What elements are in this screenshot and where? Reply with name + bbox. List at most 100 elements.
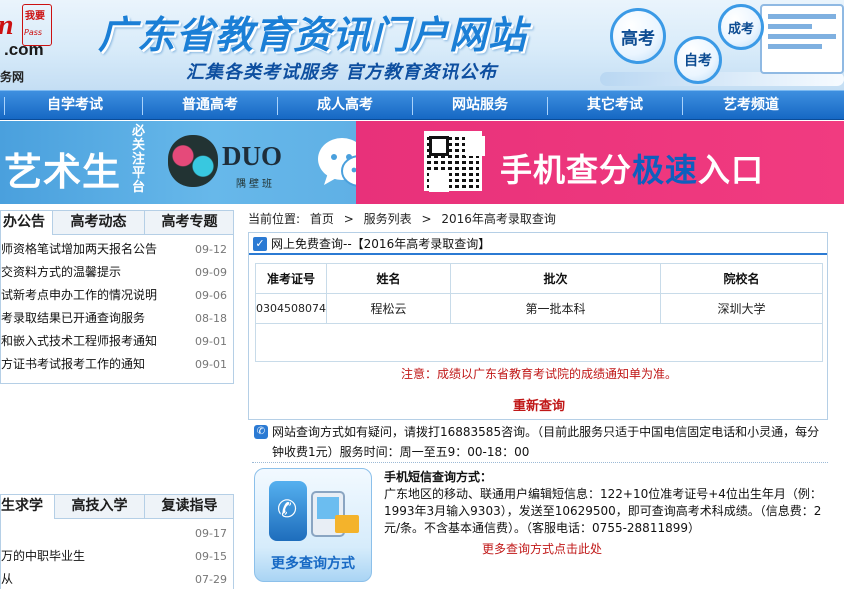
banner-phone-label: 手机查分 [500, 151, 633, 189]
list-item[interactable]: 试新考点申办工作的情况说明 09-06 [1, 284, 233, 307]
monitor-decoration [760, 4, 844, 74]
bubble-gaokao[interactable]: 高考 [610, 8, 666, 64]
breadcrumb-service-list[interactable]: 服务列表 [364, 212, 412, 226]
logo-badge-top: 我要 [25, 11, 45, 22]
sms-query-body: 广东地区的移动、联通用户编辑短信息：122+10位准考证号+4位出生年月（例：1… [384, 487, 822, 535]
news-date: 09-01 [195, 358, 227, 371]
empty-cell [255, 323, 823, 362]
nav-separator [4, 97, 5, 115]
table-row: 0304508074 程松云 第一批本科 深圳大学 [255, 293, 823, 324]
news-title[interactable]: 考录取结果已开通查询服务 [1, 307, 145, 330]
banner-phone-text: 手机查分极速入口 [500, 145, 764, 191]
list-item[interactable]: 从 07-29 [1, 568, 233, 589]
news-date: 09-12 [195, 243, 227, 256]
news-title[interactable]: 和嵌入式技术工程师报考通知 [1, 330, 157, 353]
tab-study[interactable]: 生求学 [1, 495, 55, 519]
breadcrumb-home[interactable]: 首页 [310, 212, 334, 226]
breadcrumb-separator: > [343, 212, 354, 226]
duo-subtitle: 隅壁班 [236, 179, 275, 190]
list-item[interactable]: 师资格笔试增加两天报名公告 09-12 [1, 238, 233, 261]
table-header-row: 准考证号 姓名 批次 院校名 [255, 263, 823, 294]
nav-item-other[interactable]: 其它考试 [560, 91, 670, 120]
news-list-bottom: 09-17 万的中职毕业生 09-15 从 07-29 [1, 519, 233, 589]
nav-item-chengkao[interactable]: 成人高考 [290, 91, 400, 120]
banner-art-text: 艺术生 [4, 150, 122, 194]
news-title[interactable]: 万的中职毕业生 [1, 545, 85, 568]
nav-item-art[interactable]: 艺考频道 [696, 91, 806, 120]
more-query-methods-image[interactable]: 更多查询方式 [254, 468, 372, 582]
news-title[interactable]: 交资料方式的温馨提示 [1, 261, 121, 284]
banner-phone-section[interactable]: 手机查分极速入口 [356, 121, 844, 204]
nav-item-gaokao[interactable]: 普通高考 [155, 91, 265, 120]
notice-text: 注意：成绩以广东省教育考试院的成绩通知单为准。 [400, 367, 677, 381]
requery-link[interactable]: 重新查询 [249, 395, 829, 414]
result-header: ✓ 网上免费查询--【2016年高考录取查询】 [249, 233, 827, 255]
phone-icon: ✆ [254, 425, 268, 439]
news-date: 09-06 [195, 289, 227, 302]
news-tabs-bottom: 生求学 高技入学 复读指导 [1, 495, 233, 519]
more-query-methods-label: 更多查询方式 [271, 556, 355, 572]
logo-badge-bottom: Pass [24, 28, 43, 37]
tab-gaokao-topic[interactable]: 高考专题 [145, 211, 234, 234]
list-item[interactable]: 考录取结果已开通查询服务 08-18 [1, 307, 233, 330]
more-methods-link[interactable]: 更多查询方式点击此处 [482, 540, 602, 557]
result-panel: ✓ 网上免费查询--【2016年高考录取查询】 准考证号 姓名 批次 院校名 0… [248, 232, 828, 420]
news-date: 09-09 [195, 266, 227, 279]
cell-ticket-number: 0304508074 [255, 293, 327, 324]
banner-art-section[interactable]: 艺术生 必关注平台 DUO 隅壁班 [0, 121, 379, 204]
nav-item-zixue[interactable]: 自学考试 [20, 91, 130, 120]
list-item[interactable]: 方证书考试报考工作的通知 09-01 [1, 353, 233, 376]
bubble-chengkao[interactable]: 成考 [718, 4, 764, 50]
news-title[interactable]: 师资格笔试增加两天报名公告 [1, 238, 157, 261]
col-batch: 批次 [450, 263, 661, 294]
sms-query-title: 手机短信查询方式： [384, 470, 493, 484]
banner-fast-label: 极速 [632, 151, 699, 189]
cell-batch: 第一批本科 [450, 293, 661, 324]
tab-gaokao-news[interactable]: 高考动态 [53, 211, 145, 234]
news-date: 07-29 [195, 573, 227, 586]
breadcrumb-current: 2016年高考录取查询 [441, 212, 556, 226]
result-table: 准考证号 姓名 批次 院校名 0304508074 程松云 第一批本科 深圳大学 [255, 263, 823, 362]
phone-query-text: 网站查询方式如有疑问，请拨打16883585咨询。（目前此服务只适于中国电信固定… [272, 425, 820, 459]
nav-separator [682, 97, 683, 115]
cell-school: 深圳大学 [660, 293, 823, 324]
breadcrumb-label: 当前位置: [248, 212, 301, 226]
tab-notice[interactable]: 办公告 [1, 211, 53, 235]
news-title[interactable]: 试新考点申办工作的情况说明 [1, 284, 157, 307]
news-title[interactable]: 从 [1, 568, 13, 589]
breadcrumb-separator: > [421, 212, 432, 226]
bubble-zikao[interactable]: 自考 [674, 36, 722, 84]
col-name: 姓名 [326, 263, 451, 294]
list-item[interactable]: 万的中职毕业生 09-15 [1, 545, 233, 568]
cell-name: 程松云 [326, 293, 451, 324]
col-ticket-number: 准考证号 [255, 263, 327, 294]
checkbox-icon: ✓ [253, 237, 267, 251]
logo-domain: .com [4, 40, 44, 59]
result-header-text: 网上免费查询--【2016年高考录取查询】 [271, 237, 491, 251]
news-date: 09-15 [195, 550, 227, 563]
site-header: n 我要 Pass .com 务网 广东省教育资讯门户网站 汇集各类考试服务 官… [0, 0, 844, 90]
news-date: 08-18 [195, 312, 227, 325]
qr-code-icon [424, 131, 482, 191]
news-tabs-top: 办公告 高考动态 高考专题 [1, 211, 233, 235]
keyboard-decoration [600, 72, 844, 86]
nav-separator [277, 97, 278, 115]
duo-logo-text: DUO [222, 141, 282, 171]
promo-banner[interactable]: 艺术生 必关注平台 DUO 隅壁班 手机查分极速入口 [0, 121, 844, 204]
site-logo[interactable]: n 我要 Pass .com 务网 [0, 0, 70, 90]
tab-repeat[interactable]: 复读指导 [145, 495, 234, 518]
site-title: 广东省教育资讯门户网站 [98, 13, 528, 57]
site-slogan: 汇集各类考试服务 官方教育资讯公布 [186, 62, 498, 83]
news-title[interactable]: 方证书考试报考工作的通知 [1, 353, 145, 376]
list-item[interactable]: 和嵌入式技术工程师报考通知 09-01 [1, 330, 233, 353]
news-box-bottom: 生求学 高技入学 复读指导 09-17 万的中职毕业生 09-15 从 07-29 [0, 494, 234, 589]
logo-letter: n [0, 10, 14, 42]
banner-must-text: 必关注平台 [132, 124, 146, 195]
list-item[interactable]: 交资料方式的温馨提示 09-09 [1, 261, 233, 284]
logo-subtitle: 务网 [0, 70, 25, 84]
col-school: 院校名 [660, 263, 823, 294]
divider [252, 462, 828, 463]
tab-vocational[interactable]: 高技入学 [55, 495, 145, 518]
nav-item-service[interactable]: 网站服务 [425, 91, 535, 120]
list-item[interactable]: 09-17 [1, 522, 233, 545]
